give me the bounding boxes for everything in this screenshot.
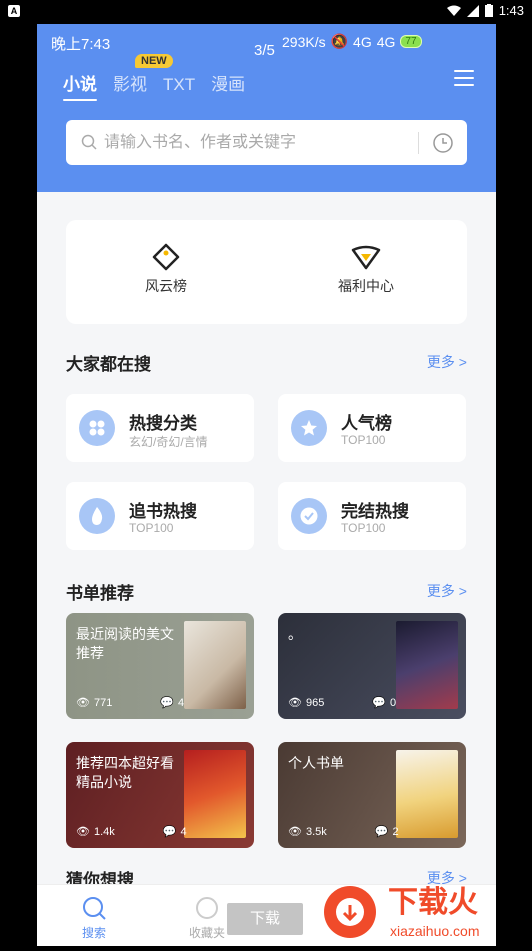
system-status-bar: A 1:43 (0, 0, 532, 24)
gift-icon (351, 245, 381, 270)
booklist-title: 最近阅读的美文推荐 (76, 626, 174, 661)
app-screen: 晚上7:43 3/5 293K/s 🔕 4G 4G 77 NEW 小说 影视 T… (37, 24, 496, 946)
mute-icon: 🔕 (330, 33, 349, 49)
wifi-icon (446, 5, 461, 16)
battery-icon (484, 4, 493, 17)
app-status-bar: 晚上7:43 3/5 293K/s 🔕 4G 4G 77 (37, 30, 496, 59)
history-icon[interactable] (432, 132, 454, 154)
net-speed: 293K/s (282, 33, 326, 50)
quick-links-card: 风云榜 福利中心 (66, 220, 467, 324)
comment-count: 2 (392, 825, 399, 838)
eye-icon: 👁 (76, 697, 90, 709)
booklists-more-link[interactable]: 更多 > (427, 581, 467, 601)
quick-link-label: 福利中心 (338, 278, 394, 294)
search-nav-icon (83, 897, 106, 920)
view-count: 965 (305, 696, 325, 709)
favorites-icon (196, 897, 218, 919)
tab-txt[interactable]: TXT (163, 75, 195, 95)
signal-net2: 4G (376, 33, 396, 50)
new-badge: NEW (135, 54, 173, 68)
notification-icon: A (8, 5, 20, 17)
grid-icon (79, 410, 115, 446)
quick-link-label: 风云榜 (145, 278, 187, 294)
hot-sub: 玄幻/奇幻/言情 (129, 435, 208, 449)
finished-hot-card[interactable]: 完结热搜 TOP100 (278, 482, 466, 550)
app-time: 晚上7:43 (51, 36, 111, 53)
eye-icon: 👁 (288, 826, 302, 838)
star-icon (291, 410, 327, 446)
booklist-card[interactable]: 。 👁 965 💬 0 (278, 613, 466, 719)
header: 晚上7:43 3/5 293K/s 🔕 4G 4G 77 NEW 小说 影视 T… (37, 24, 496, 192)
page-indicator: 3/5 (254, 42, 275, 59)
download-button[interactable]: 下载 (227, 903, 303, 935)
check-icon (291, 498, 327, 534)
hot-sub: TOP100 (341, 433, 386, 447)
comment-count: 4 (178, 696, 185, 709)
search-input[interactable] (104, 131, 404, 155)
booklist-title: 个人书单 (288, 755, 344, 771)
hot-title: 追书热搜 (129, 502, 197, 521)
category-tabs: 小说 影视 TXT 漫画 (63, 70, 245, 101)
follow-hot-card[interactable]: 追书热搜 TOP100 (66, 482, 254, 550)
tag-icon (152, 243, 180, 271)
search-divider (418, 132, 419, 154)
svg-text:xiazaihuo.com: xiazaihuo.com (390, 923, 480, 939)
comment-icon: 💬 (160, 697, 175, 709)
book-cover (396, 750, 458, 838)
hot-sub: TOP100 (341, 521, 386, 535)
view-count: 771 (93, 696, 113, 709)
booklist-title: 。 (288, 626, 302, 642)
search-icon (81, 134, 97, 150)
nav-label: 搜索 (81, 926, 106, 940)
book-cover (184, 750, 246, 838)
booklist-card[interactable]: 推荐四本超好看精品小说 👁 1.4k 💬 4 (66, 742, 254, 848)
hot-title: 完结热搜 (341, 502, 409, 521)
hot-category-card[interactable]: 热搜分类 玄幻/奇幻/言情 (66, 394, 254, 462)
hot-sub: TOP100 (129, 521, 174, 535)
menu-icon[interactable] (454, 70, 474, 86)
comment-icon: 💬 (162, 826, 177, 838)
popular-rank-card[interactable]: 人气榜 TOP100 (278, 394, 466, 462)
battery-level: 77 (400, 35, 422, 48)
popular-title: 大家都在搜 (66, 355, 151, 374)
comment-count: 4 (180, 825, 187, 838)
search-bar[interactable] (66, 120, 467, 165)
tab-comic[interactable]: 漫画 (211, 70, 245, 95)
quick-link-rankings[interactable]: 风云榜 (106, 242, 226, 296)
hot-title: 热搜分类 (129, 414, 197, 433)
booklists-title: 书单推荐 (66, 584, 134, 603)
signal-icon (466, 4, 479, 17)
watermark-logo: 下载火 xiazaihuo.com (310, 872, 532, 946)
view-count: 3.5k (305, 825, 327, 838)
tab-video[interactable]: 影视 (113, 70, 147, 95)
tab-novel[interactable]: 小说 (63, 70, 97, 101)
hot-title: 人气榜 (341, 414, 392, 433)
comment-count: 0 (390, 696, 397, 709)
signal-net1: 4G (353, 33, 372, 50)
view-count: 1.4k (93, 825, 115, 838)
svg-text:下载火: 下载火 (388, 885, 478, 920)
comment-icon: 💬 (374, 826, 389, 838)
booklist-card[interactable]: 个人书单 👁 3.5k 💬 2 (278, 742, 466, 848)
eye-icon: 👁 (288, 697, 302, 709)
eye-icon: 👁 (76, 826, 90, 838)
booklist-title: 推荐四本超好看精品小说 (76, 755, 174, 790)
book-cover (396, 621, 458, 709)
comment-icon: 💬 (372, 697, 387, 709)
flame-icon (79, 498, 115, 534)
booklist-card[interactable]: 最近阅读的美文推荐 👁 771 💬 4 (66, 613, 254, 719)
book-cover (184, 621, 246, 709)
system-time: 1:43 (498, 3, 524, 18)
popular-more-link[interactable]: 更多 > (427, 352, 467, 372)
nav-search[interactable]: 搜索 (64, 895, 124, 941)
quick-link-welfare[interactable]: 福利中心 (306, 242, 426, 296)
